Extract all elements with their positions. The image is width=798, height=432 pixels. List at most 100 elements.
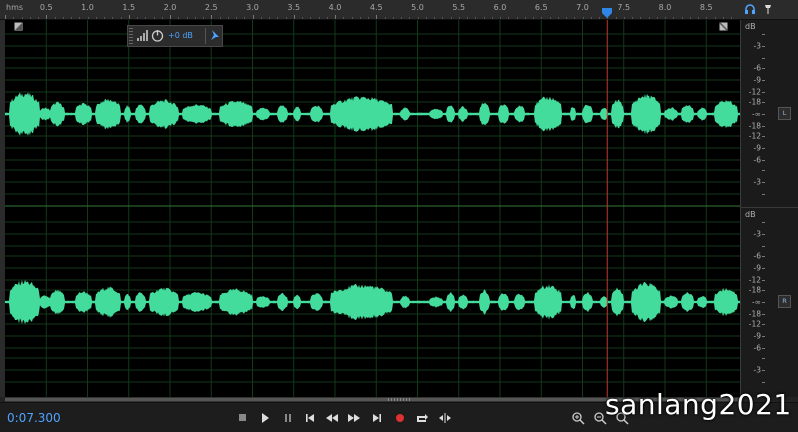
waveform-view[interactable] <box>5 20 740 397</box>
ruler-tick <box>524 17 526 19</box>
waveform-canvas <box>5 20 740 397</box>
db-label: -12 <box>748 87 761 97</box>
db-label: -9 <box>753 331 761 341</box>
ruler-tick <box>491 17 493 19</box>
ruler-tick <box>582 17 584 19</box>
ruler-tick <box>71 17 72 19</box>
db-tick <box>762 102 765 103</box>
ruler-tick <box>87 17 89 19</box>
db-tick <box>762 34 765 35</box>
ruler-label: 3.0 <box>246 3 259 12</box>
playhead-handle[interactable] <box>601 8 613 18</box>
ruler-tick <box>310 17 312 19</box>
ruler-tick <box>145 17 147 19</box>
ruler-tick <box>285 17 287 19</box>
skip-end-icon[interactable] <box>370 411 384 425</box>
db-label: -∞ <box>752 109 761 119</box>
rewind-icon[interactable] <box>325 411 339 425</box>
ruler-tick <box>698 17 699 19</box>
ruler-label: 6.0 <box>493 3 507 12</box>
fit-icon[interactable] <box>14 22 23 31</box>
db-unit-top: dB <box>745 22 756 31</box>
headphones-icon[interactable] <box>744 3 756 15</box>
db-tick <box>762 370 765 371</box>
ruler-tick <box>665 17 666 19</box>
skip-selection-icon[interactable] <box>438 411 452 425</box>
ruler-unit: hms <box>6 3 24 12</box>
db-tick <box>762 182 765 183</box>
db-tick <box>762 92 765 93</box>
db-label: -18 <box>748 285 761 295</box>
ruler-tick <box>599 17 600 19</box>
channel-right-toggle[interactable]: R <box>778 295 791 308</box>
pause-icon[interactable] <box>281 411 295 425</box>
ruler-label: 0.5 <box>39 3 53 12</box>
ruler-label: 6.5 <box>534 3 548 12</box>
ruler-tick <box>326 17 328 19</box>
ruler-tick <box>731 17 732 19</box>
loop-icon[interactable] <box>415 411 429 425</box>
ruler-tick <box>590 17 592 19</box>
channel-left-toggle[interactable]: L <box>778 107 791 120</box>
record-icon[interactable] <box>393 411 407 425</box>
ruler-label: 8.5 <box>699 3 713 12</box>
ruler-tick <box>269 17 270 19</box>
ruler-tick <box>574 17 576 19</box>
current-time[interactable]: 0:07.300 <box>7 411 61 425</box>
ruler-tick <box>170 15 171 19</box>
ruler-label: 5.0 <box>411 3 424 12</box>
db-label: -6 <box>753 155 761 165</box>
hud-grip[interactable] <box>129 28 133 44</box>
ruler-tick <box>549 17 551 19</box>
ruler-tick <box>302 17 303 19</box>
ruler-tick <box>376 15 378 19</box>
ruler-tick <box>95 17 97 19</box>
ruler-tick <box>104 17 105 19</box>
db-scale: dB dB -3 -6 -9 -12 -18 -∞ -18 -12 -9 -6 -3 -3 -6 -9 -1… <box>740 20 798 397</box>
ruler-tick <box>640 17 642 19</box>
db-unit-bottom: dB <box>745 210 756 219</box>
pin-icon[interactable] <box>762 3 774 15</box>
ruler-tick <box>450 17 452 19</box>
db-tick <box>762 114 765 115</box>
db-tick <box>762 194 765 195</box>
ruler-label: 3.5 <box>287 3 301 12</box>
time-ruler[interactable]: hms 0.5 1.0 1.5 2.0 2.5 3.0 3.5 4.0 4.5 5.0 5.5 6.0… <box>0 0 740 20</box>
db-tick <box>762 324 765 325</box>
fast-forward-icon[interactable] <box>347 411 361 425</box>
ruler-tick <box>194 17 196 19</box>
db-tick <box>762 256 765 257</box>
stop-icon[interactable] <box>236 411 250 425</box>
scroll-grip[interactable] <box>388 398 412 401</box>
fullscreen-icon[interactable] <box>719 22 728 31</box>
hud-divider <box>205 28 206 44</box>
db-label: -6 <box>753 63 761 73</box>
ruler-tick <box>648 17 650 19</box>
pin-icon[interactable] <box>209 30 219 41</box>
ruler-tick <box>557 17 559 19</box>
play-icon[interactable] <box>258 411 272 425</box>
db-label: -18 <box>748 121 761 131</box>
ruler-tick <box>161 17 163 19</box>
ruler-label: 2.5 <box>204 3 218 12</box>
db-tick <box>762 68 765 69</box>
ruler-tick <box>318 17 320 19</box>
power-icon[interactable] <box>151 29 164 42</box>
ruler-tick <box>293 15 295 19</box>
zoom-in-amplitude-icon[interactable] <box>571 411 585 425</box>
db-tick <box>762 348 765 349</box>
ruler-label: 2.0 <box>163 3 177 12</box>
db-label: -18 <box>748 309 761 319</box>
db-label: -3 <box>753 41 761 51</box>
volume-hud[interactable]: +0 dB <box>127 25 223 47</box>
ruler-label: 7.0 <box>576 3 589 12</box>
channel-divider <box>741 207 798 208</box>
volume-value[interactable]: +0 dB <box>168 31 193 40</box>
db-tick <box>762 280 765 281</box>
skip-start-icon[interactable] <box>303 411 317 425</box>
ruler-tick <box>13 17 15 19</box>
db-tick <box>762 302 765 303</box>
ruler-tick <box>351 17 353 19</box>
ruler-label: 4.0 <box>328 3 342 12</box>
ruler-tick <box>54 17 56 19</box>
